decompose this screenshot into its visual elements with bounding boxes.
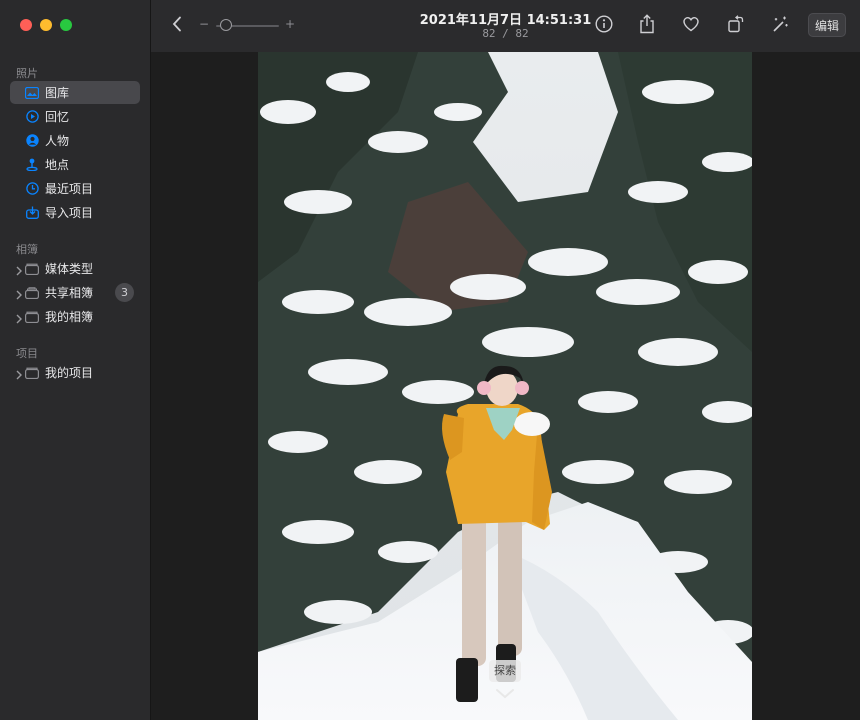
chevron-down-icon[interactable] xyxy=(494,686,516,700)
sidebar-item-label: 图库 xyxy=(45,86,70,100)
sidebar-item-my-projects[interactable]: 我的项目 xyxy=(10,361,140,384)
recents-icon xyxy=(25,182,39,196)
library-icon xyxy=(25,86,39,100)
sidebar-item-label: 我的相簿 xyxy=(45,310,94,324)
toolbar: − + 2021年11月7日 14:51:31 82 / 82 编辑 xyxy=(151,0,860,52)
zoom-window-button[interactable] xyxy=(60,19,72,31)
rotate-button[interactable] xyxy=(725,15,747,37)
sidebar-item-library[interactable]: 图库 xyxy=(10,81,140,104)
edit-button[interactable]: 编辑 xyxy=(808,13,846,37)
sidebar-item-recents[interactable]: 最近项目 xyxy=(10,177,140,200)
sidebar-item-label: 共享相簿 xyxy=(45,286,94,300)
folder-icon xyxy=(25,366,39,380)
heart-icon xyxy=(682,16,700,36)
minimize-window-button[interactable] xyxy=(40,19,52,31)
sidebar-item-memories[interactable]: 回忆 xyxy=(10,105,140,128)
photo-image xyxy=(258,52,752,720)
chevron-right-icon[interactable] xyxy=(15,366,25,380)
info-button[interactable] xyxy=(593,15,615,37)
folder-icon xyxy=(25,310,39,324)
explore-button[interactable]: 探索 xyxy=(489,660,521,682)
sidebar: 照片 图库 回忆 人物 地点 最近项目 导入项目 相簿 媒体类型 共享相簿 3 … xyxy=(0,0,151,720)
section-label-albums: 相簿 xyxy=(16,243,38,256)
section-label-photos: 照片 xyxy=(16,67,38,80)
section-label-projects: 项目 xyxy=(16,347,38,360)
sidebar-item-media-types[interactable]: 媒体类型 xyxy=(10,257,140,280)
share-button[interactable] xyxy=(636,14,658,38)
rotate-icon xyxy=(727,15,745,37)
sidebar-item-label: 人物 xyxy=(45,134,70,148)
imports-icon xyxy=(25,206,39,220)
chevron-right-icon[interactable] xyxy=(15,262,25,276)
count-badge: 3 xyxy=(115,283,134,302)
sidebar-item-label: 导入项目 xyxy=(45,206,94,220)
sidebar-item-label: 回忆 xyxy=(45,110,70,124)
memories-icon xyxy=(25,110,39,124)
folder-icon xyxy=(25,262,39,276)
sidebar-item-my-albums[interactable]: 我的相簿 xyxy=(10,305,140,328)
sidebar-item-label: 最近项目 xyxy=(45,182,94,196)
sidebar-item-places[interactable]: 地点 xyxy=(10,153,140,176)
auto-enhance-button[interactable] xyxy=(769,15,791,37)
photo[interactable] xyxy=(258,52,752,720)
sidebar-item-people[interactable]: 人物 xyxy=(10,129,140,152)
sidebar-item-shared-albums[interactable]: 共享相簿 3 xyxy=(10,281,140,304)
sidebar-item-label: 我的项目 xyxy=(45,366,94,380)
magic-wand-icon xyxy=(771,15,789,37)
chevron-right-icon[interactable] xyxy=(15,310,25,324)
close-window-button[interactable] xyxy=(20,19,32,31)
shared-albums-icon xyxy=(25,286,39,300)
sidebar-item-label: 地点 xyxy=(45,158,70,172)
people-icon xyxy=(25,134,39,148)
photo-date-title: 2021年11月7日 14:51:31 xyxy=(419,13,592,28)
chevron-right-icon[interactable] xyxy=(15,286,25,300)
info-icon xyxy=(595,15,613,37)
photos-window: 照片 图库 回忆 人物 地点 最近项目 导入项目 相簿 媒体类型 共享相簿 3 … xyxy=(0,0,860,720)
photo-viewer: 探索 xyxy=(151,52,860,720)
favorite-button[interactable] xyxy=(680,15,702,37)
photo-counter: 82 / 82 xyxy=(482,27,529,40)
share-icon xyxy=(639,14,655,38)
places-icon xyxy=(25,158,39,172)
sidebar-item-imports[interactable]: 导入项目 xyxy=(10,201,140,224)
sidebar-item-label: 媒体类型 xyxy=(45,262,94,276)
